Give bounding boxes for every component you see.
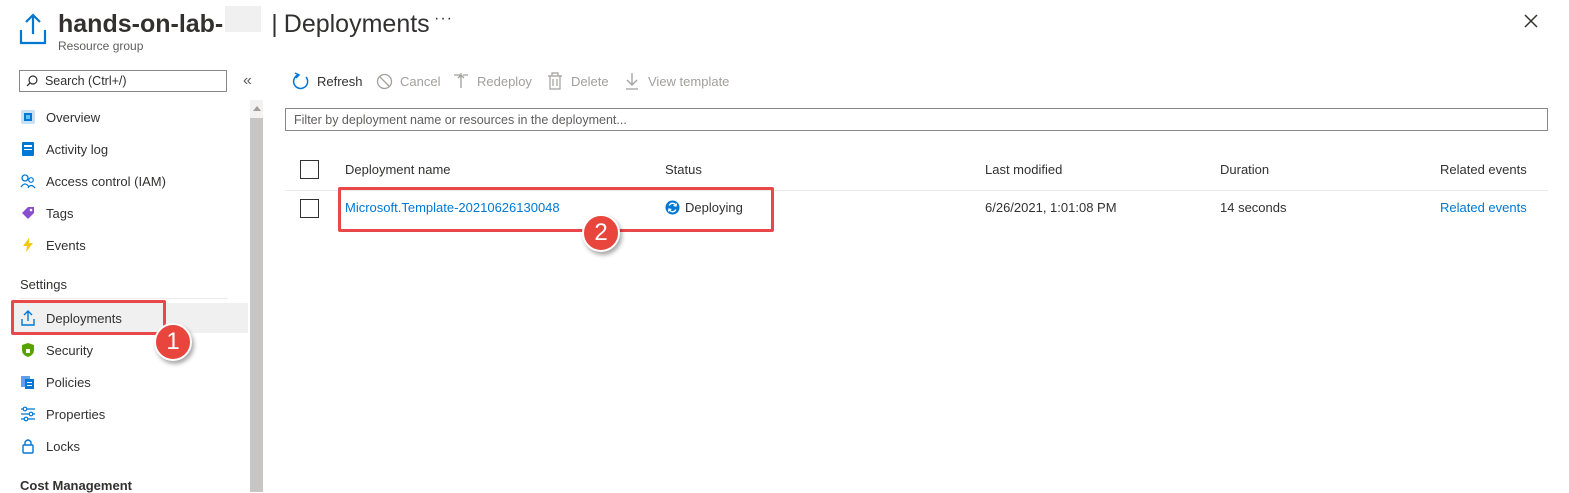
sidebar-item-label: Tags — [46, 205, 74, 221]
delete-button[interactable]: Delete — [546, 70, 609, 92]
resource-group-name: hands-on-lab- — [58, 10, 224, 38]
refresh-label: Refresh — [317, 73, 363, 89]
sidebar-item-activity-log[interactable]: Activity log — [12, 134, 248, 164]
sidebar-item-label: Activity log — [46, 141, 109, 157]
overview-icon — [20, 109, 36, 125]
sidebar-item-locks[interactable]: Locks — [12, 431, 248, 461]
sidebar-item-security[interactable]: Security — [12, 335, 248, 365]
activity-log-icon — [20, 141, 36, 157]
section-cost-management-header: Cost Management — [20, 478, 132, 493]
sidebar-item-label: Access control (IAM) — [46, 173, 166, 189]
sidebar-item-label: Events — [46, 237, 86, 253]
properties-icon — [20, 406, 36, 422]
more-options-button[interactable]: ··· — [434, 10, 453, 28]
sidebar-item-label: Policies — [46, 374, 91, 390]
close-icon[interactable] — [1522, 12, 1540, 30]
cancel-label: Cancel — [400, 73, 441, 89]
deployment-filter[interactable] — [285, 108, 1548, 131]
sidebar-item-overview[interactable]: Overview — [12, 102, 248, 132]
sidebar-item-policies[interactable]: Policies — [12, 367, 248, 397]
cancel-button[interactable]: Cancel — [375, 70, 440, 92]
last-modified-cell: 6/26/2021, 1:01:08 PM — [985, 200, 1117, 215]
sidebar-item-label: Properties — [46, 406, 106, 422]
filter-input[interactable] — [286, 109, 1547, 130]
shield-icon — [20, 342, 36, 358]
sidebar-item-tags[interactable]: Tags — [12, 198, 248, 228]
view-template-label: View template — [648, 73, 730, 89]
refresh-icon — [292, 72, 310, 90]
title-separator: | — [271, 10, 278, 38]
search-input[interactable] — [42, 73, 226, 89]
view-template-button[interactable]: View template — [623, 70, 729, 92]
row-checkbox[interactable] — [300, 199, 319, 218]
highlight-box-deployments — [11, 300, 166, 335]
redeploy-icon — [452, 72, 470, 90]
sidebar-item-label: Security — [46, 342, 93, 358]
iam-icon — [20, 173, 36, 189]
scroll-up-arrow[interactable] — [250, 100, 263, 116]
related-events-link[interactable]: Related events — [1440, 200, 1527, 215]
refresh-button[interactable]: Refresh — [292, 70, 363, 92]
tag-icon — [20, 205, 36, 221]
page-title: hands-on-lab- | Deployments — [58, 6, 430, 39]
sidebar-item-events[interactable]: Events — [12, 230, 248, 260]
sidebar-item-label: Overview — [46, 109, 101, 125]
sidebar-divider — [20, 298, 228, 299]
column-header-last-modified[interactable]: Last modified — [985, 162, 1062, 177]
deployments-header-icon — [19, 13, 47, 45]
policies-icon — [20, 374, 36, 390]
step-2-badge: 2 — [582, 214, 620, 252]
sidebar-item-label: Locks — [46, 438, 80, 454]
redeploy-button[interactable]: Redeploy — [452, 70, 532, 92]
scrollbar-thumb[interactable] — [250, 118, 263, 492]
download-icon — [623, 72, 641, 90]
collapse-sidebar-button[interactable]: « — [243, 72, 252, 90]
sidebar-item-access-control[interactable]: Access control (IAM) — [12, 166, 248, 196]
sidebar-search[interactable] — [19, 70, 227, 92]
redeploy-label: Redeploy — [477, 73, 532, 89]
delete-label: Delete — [571, 73, 609, 89]
column-header-status[interactable]: Status — [665, 162, 702, 177]
search-icon — [26, 75, 38, 87]
lightning-icon — [20, 237, 36, 253]
redacted-name-mask — [225, 6, 262, 32]
section-settings-header: Settings — [20, 277, 67, 292]
duration-cell: 14 seconds — [1220, 200, 1287, 215]
select-all-checkbox[interactable] — [300, 160, 319, 179]
page-subtitle: Resource group — [58, 39, 144, 53]
trash-icon — [546, 72, 564, 90]
highlight-box-deployment-row — [338, 187, 774, 232]
lock-icon — [20, 438, 36, 454]
column-header-deployment-name[interactable]: Deployment name — [345, 162, 451, 177]
cancel-icon — [375, 72, 393, 90]
page-name: Deployments — [283, 10, 430, 38]
column-header-related-events[interactable]: Related events — [1440, 162, 1527, 177]
column-header-duration[interactable]: Duration — [1220, 162, 1269, 177]
step-1-badge: 1 — [154, 323, 192, 361]
sidebar-item-properties[interactable]: Properties — [12, 399, 248, 429]
